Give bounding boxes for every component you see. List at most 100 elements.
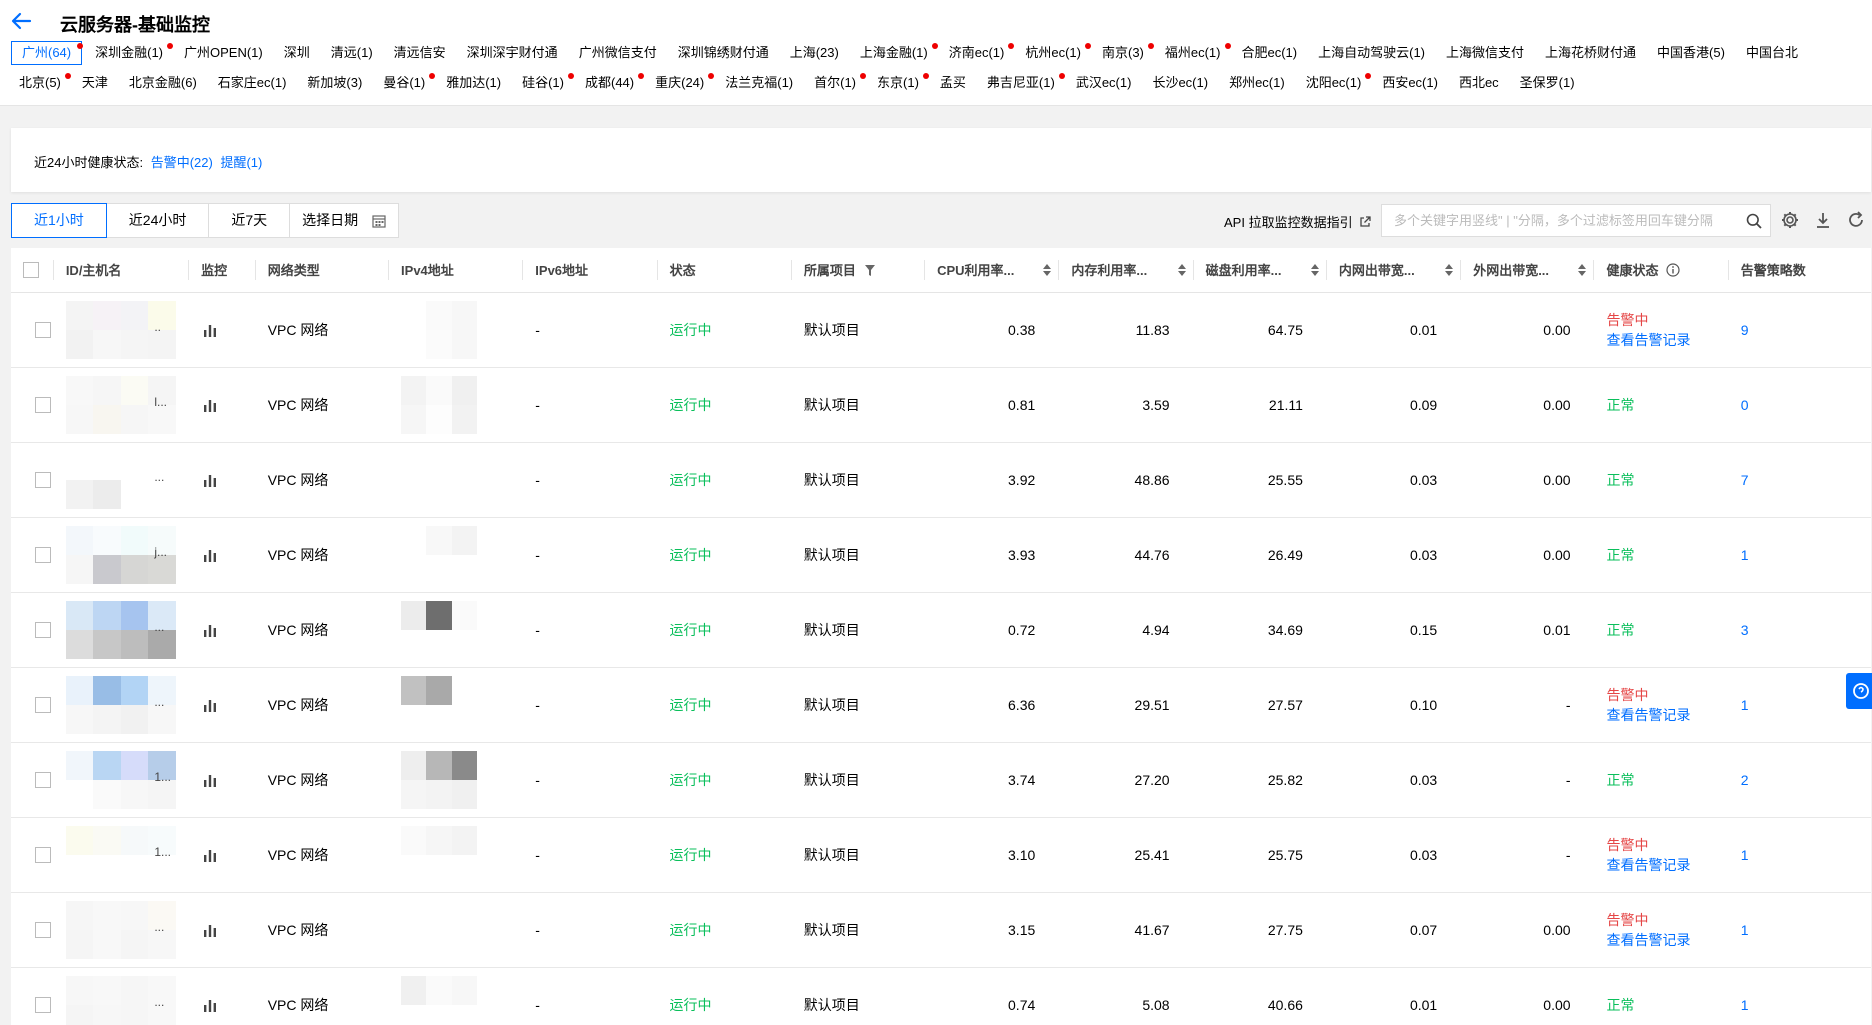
instance-id-cell[interactable]: ...	[54, 668, 189, 743]
region-tab[interactable]: 郑州ec(1)	[1221, 72, 1293, 94]
col-cpu[interactable]: CPU利用率...	[925, 248, 1060, 293]
alarm-policy-count-link[interactable]: 0	[1729, 368, 1871, 443]
region-tab[interactable]: 新加坡(3)	[299, 72, 370, 94]
alarm-policy-count-link[interactable]: 9	[1729, 293, 1871, 368]
region-tab[interactable]: 上海微信支付	[1438, 42, 1532, 64]
alarm-policy-count-link[interactable]: 1	[1729, 968, 1871, 1025]
bar-chart-icon[interactable]	[203, 698, 217, 712]
row-checkbox[interactable]	[35, 472, 51, 488]
api-guide-link[interactable]: API 拉取监控数据指引	[1224, 212, 1371, 231]
bar-chart-icon[interactable]	[203, 623, 217, 637]
row-checkbox[interactable]	[35, 847, 51, 863]
download-icon[interactable]	[1813, 210, 1833, 230]
row-checkbox[interactable]	[35, 922, 51, 938]
region-tab[interactable]: 长沙ec(1)	[1144, 72, 1216, 94]
region-tab[interactable]: 清远信安	[386, 42, 454, 64]
sort-icon[interactable]	[1043, 263, 1052, 276]
row-checkbox[interactable]	[35, 772, 51, 788]
region-tab[interactable]: 武汉ec(1)	[1068, 72, 1140, 94]
instance-id-cell[interactable]: l...	[54, 368, 189, 443]
view-alarm-record-link[interactable]: 查看告警记录	[1607, 330, 1691, 350]
region-tab[interactable]: 深圳深宇财付通	[459, 42, 566, 64]
health-alarm-link[interactable]: 告警中(22)	[151, 155, 213, 170]
region-tab[interactable]: 中国香港(5)	[1649, 42, 1733, 64]
select-all-checkbox[interactable]	[23, 261, 39, 278]
region-tab[interactable]: 南京(3)	[1094, 42, 1154, 64]
col-project[interactable]: 所属项目	[792, 248, 926, 293]
row-checkbox[interactable]	[35, 997, 51, 1013]
region-tab[interactable]: 上海(23)	[782, 42, 847, 64]
instance-id-cell[interactable]: ...	[54, 593, 189, 668]
row-checkbox[interactable]	[35, 547, 51, 563]
bar-chart-icon[interactable]	[203, 548, 217, 562]
search-input[interactable]	[1382, 205, 1732, 236]
alarm-policy-count-link[interactable]: 7	[1729, 443, 1871, 518]
health-remind-link[interactable]: 提醒(1)	[220, 155, 262, 170]
region-tab[interactable]: 圣保罗(1)	[1512, 72, 1583, 94]
bar-chart-icon[interactable]	[203, 848, 217, 862]
view-alarm-record-link[interactable]: 查看告警记录	[1607, 930, 1691, 950]
instance-id-cell[interactable]: ...	[54, 893, 189, 968]
bar-chart-icon[interactable]	[203, 998, 217, 1012]
region-tab[interactable]: 孟买	[932, 72, 974, 94]
row-checkbox[interactable]	[35, 397, 51, 413]
instance-id-redacted[interactable]: l...	[65, 376, 176, 434]
region-tab[interactable]: 成都(44)	[577, 72, 645, 94]
region-tab[interactable]: 上海自动驾驶云(1)	[1310, 42, 1433, 64]
region-tab[interactable]: 北京金融(6)	[121, 72, 205, 94]
time-1h-button[interactable]: 近1小时	[11, 203, 107, 238]
region-tab[interactable]: 杭州ec(1)	[1017, 42, 1091, 64]
instance-id-cell[interactable]: 1...	[54, 818, 189, 893]
region-tab[interactable]: 广州(64)	[11, 41, 84, 65]
region-tab[interactable]: 东京(1)	[869, 72, 929, 94]
alarm-policy-count-link[interactable]: 2	[1729, 743, 1871, 818]
region-tab[interactable]: 上海花桥财付通	[1537, 42, 1644, 64]
region-tab[interactable]: 深圳锦绣财付通	[670, 42, 777, 64]
sort-icon[interactable]	[1578, 263, 1587, 276]
region-tab[interactable]: 雅加达(1)	[438, 72, 509, 94]
region-tab[interactable]: 深圳金融(1)	[87, 42, 174, 64]
region-tab[interactable]: 合肥ec(1)	[1234, 42, 1306, 64]
instance-id-cell[interactable]: j...	[54, 518, 189, 593]
instance-id-redacted[interactable]: ..	[65, 301, 176, 359]
bar-chart-icon[interactable]	[203, 473, 217, 487]
view-alarm-record-link[interactable]: 查看告警记录	[1607, 855, 1691, 875]
back-arrow-icon[interactable]	[10, 10, 32, 32]
col-mem[interactable]: 内存利用率...	[1059, 248, 1194, 293]
region-tab[interactable]: 弗吉尼亚(1)	[979, 72, 1065, 94]
instance-id-redacted[interactable]: ...	[65, 451, 176, 509]
region-tab[interactable]: 清远(1)	[323, 42, 381, 64]
search-icon[interactable]	[1746, 213, 1762, 229]
alarm-policy-count-link[interactable]: 1	[1729, 893, 1871, 968]
time-24h-button[interactable]: 近24小时	[106, 204, 210, 237]
filter-icon[interactable]	[865, 264, 876, 276]
instance-id-cell[interactable]: ...	[54, 968, 189, 1025]
region-tab[interactable]: 福州ec(1)	[1157, 42, 1231, 64]
sort-icon[interactable]	[1445, 263, 1454, 276]
instance-id-redacted[interactable]: 1...	[65, 826, 176, 884]
region-tab[interactable]: 中国台北	[1738, 42, 1806, 64]
region-tab[interactable]: 天津	[74, 72, 116, 94]
floating-help-button[interactable]	[1846, 673, 1872, 709]
instance-id-redacted[interactable]: 1...	[65, 751, 176, 809]
sort-icon[interactable]	[1177, 263, 1186, 276]
row-checkbox[interactable]	[35, 322, 51, 338]
instance-id-cell[interactable]: 1...	[54, 743, 189, 818]
sort-icon[interactable]	[1310, 263, 1319, 276]
bar-chart-icon[interactable]	[203, 773, 217, 787]
col-disk[interactable]: 磁盘利用率...	[1194, 248, 1328, 293]
region-tab[interactable]: 重庆(24)	[647, 72, 715, 94]
bar-chart-icon[interactable]	[203, 398, 217, 412]
alarm-policy-count-link[interactable]: 3	[1729, 593, 1871, 668]
region-tab[interactable]: 西北ec	[1451, 72, 1507, 94]
region-tab[interactable]: 深圳	[276, 42, 318, 64]
region-tab[interactable]: 首尔(1)	[806, 72, 867, 94]
row-checkbox[interactable]	[35, 697, 51, 713]
instance-id-redacted[interactable]: ...	[65, 676, 176, 734]
region-tab[interactable]: 济南ec(1)	[941, 42, 1015, 64]
instance-id-redacted[interactable]: ...	[65, 976, 176, 1025]
refresh-icon[interactable]	[1846, 210, 1866, 230]
row-checkbox[interactable]	[35, 622, 51, 638]
instance-id-cell[interactable]: ...	[54, 443, 189, 518]
region-tab[interactable]: 沈阳ec(1)	[1298, 72, 1372, 94]
